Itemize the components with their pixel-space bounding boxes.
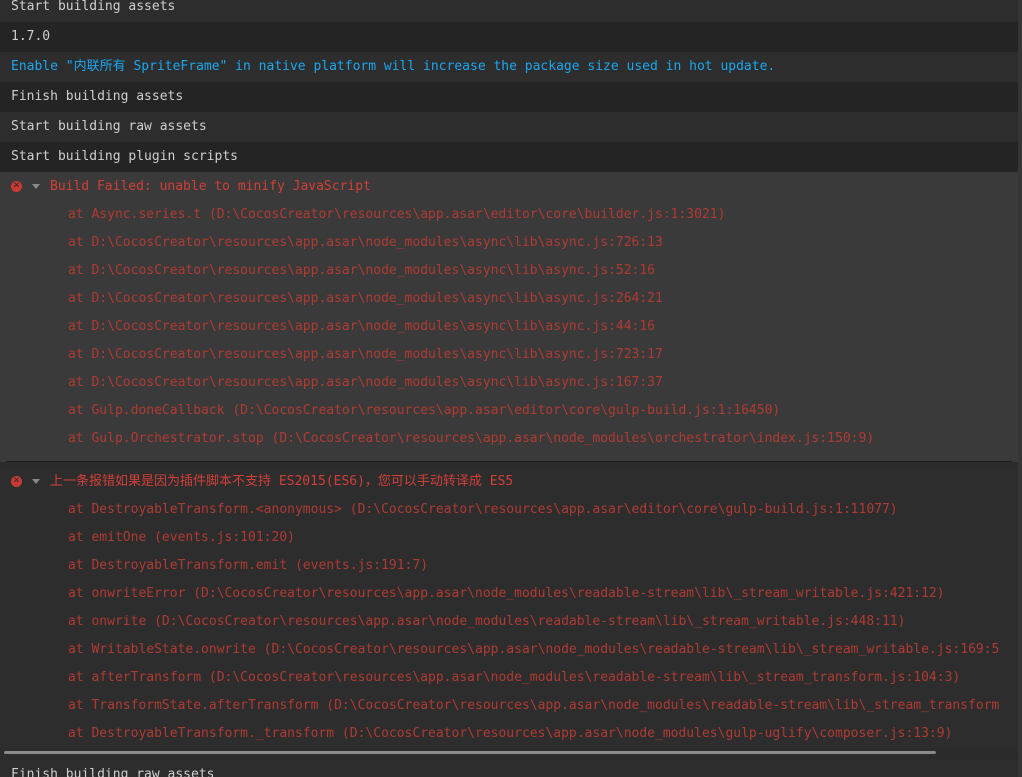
stack-line: at D:\CocosCreator\resources\app.asar\no…	[68, 235, 663, 250]
stack-line: at afterTransform (D:\CocosCreator\resou…	[68, 670, 961, 685]
error-circle-icon: ✕	[11, 476, 22, 487]
log-row: Start building plugin scripts	[0, 142, 1018, 172]
stack-line: at Gulp.doneCallback (D:\CocosCreator\re…	[68, 403, 781, 418]
stack-line: at Gulp.Orchestrator.stop (D:\CocosCreat…	[68, 431, 875, 446]
error-title: Build Failed: unable to minify JavaScrip…	[50, 179, 371, 194]
error-circle-icon: ✕	[11, 181, 22, 192]
log-row: Finish building raw assets	[0, 760, 1022, 777]
stack-line: at D:\CocosCreator\resources\app.asar\no…	[68, 263, 655, 278]
stack-line: at D:\CocosCreator\resources\app.asar\no…	[68, 291, 663, 306]
chevron-down-icon[interactable]	[32, 184, 40, 189]
log-row: Start building raw assets	[0, 112, 1018, 142]
error-header[interactable]: ✕ 上一条报错如果是因为插件脚本不支持 ES2015(ES6)，您可以手动转译成…	[0, 467, 1018, 496]
stack-line: at TransformState.afterTransform (D:\Coc…	[68, 698, 1000, 713]
log-row: Finish building assets	[0, 82, 1018, 112]
stack-line: at D:\CocosCreator\resources\app.asar\no…	[68, 319, 655, 334]
error-title: 上一条报错如果是因为插件脚本不支持 ES2015(ES6)，您可以手动转译成 E…	[50, 474, 514, 489]
stack-line: at DestroyableTransform._transform (D:\C…	[68, 726, 953, 741]
vertical-scrollbar[interactable]	[1018, 0, 1022, 777]
error-header[interactable]: ✕ Build Failed: unable to minify JavaScr…	[0, 172, 1018, 201]
log-row: 1.7.0	[0, 22, 1018, 52]
error-entry[interactable]: ✕ 上一条报错如果是因为插件脚本不支持 ES2015(ES6)，您可以手动转译成…	[0, 462, 1018, 748]
console-panel: Start building assets 1.7.0 Enable "内联所有…	[0, 0, 1022, 777]
stack-line: at onwriteError (D:\CocosCreator\resourc…	[68, 586, 945, 601]
stack-line: at emitOne (events.js:101:20)	[68, 530, 295, 545]
log-row-info: Enable "内联所有 SpriteFrame" in native plat…	[0, 52, 1018, 82]
stack-line: at onwrite (D:\CocosCreator\resources\ap…	[68, 614, 906, 629]
chevron-down-icon[interactable]	[32, 479, 40, 484]
stack-line: at D:\CocosCreator\resources\app.asar\no…	[68, 375, 663, 390]
log-list: Start building assets 1.7.0 Enable "内联所有…	[0, 0, 1018, 748]
horizontal-scrollbar[interactable]	[4, 751, 936, 754]
stack-line: at Async.series.t (D:\CocosCreator\resou…	[68, 207, 726, 222]
log-row: Start building assets	[0, 0, 1018, 22]
divider	[6, 453, 1012, 462]
stack-line: at DestroyableTransform.emit (events.js:…	[68, 558, 429, 573]
stack-line: at WritableState.onwrite (D:\CocosCreato…	[68, 642, 1000, 657]
error-entry[interactable]: ✕ Build Failed: unable to minify JavaScr…	[0, 172, 1018, 462]
stack-line: at DestroyableTransform.<anonymous> (D:\…	[68, 502, 898, 517]
stack-line: at D:\CocosCreator\resources\app.asar\no…	[68, 347, 663, 362]
